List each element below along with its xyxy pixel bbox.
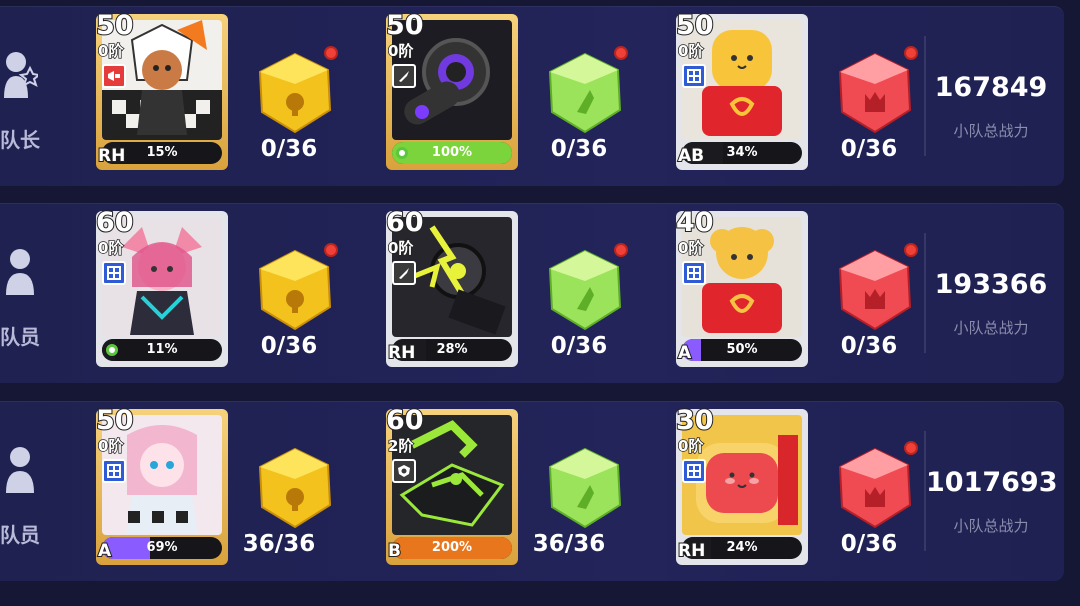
team-power-label: 小队总战力 [953, 319, 1029, 337]
notification-dot [904, 46, 918, 60]
shard-count: 0/36 [550, 136, 608, 162]
team-power-value: 1017693 [926, 467, 1058, 498]
level-value: 50 [675, 9, 715, 42]
progress-bar: 50% [682, 339, 802, 361]
shard-count: 0/36 [840, 333, 898, 359]
role-label: 队员 [0, 523, 40, 547]
level-value: 60 [385, 404, 425, 437]
rocket-icon [392, 261, 416, 285]
grid-icon [682, 459, 706, 483]
level-value: 30 [675, 404, 715, 437]
notification-dot [904, 243, 918, 257]
shard-count: 36/36 [532, 531, 606, 557]
stage-value: 0阶 [97, 436, 124, 456]
shard-count: 36/36 [242, 531, 316, 557]
rank-badge: RH [387, 342, 416, 364]
rank-badge: B [387, 540, 402, 562]
team-row-leader: 队长 50 0阶 15% RH 0/36 50 0阶 100% 0/36 50 … [0, 6, 1064, 186]
rank-badge: RH [677, 540, 706, 562]
team-power-label: 小队总战力 [953, 517, 1029, 535]
level-value: 50 [95, 9, 135, 42]
stage-value: 0阶 [677, 238, 704, 258]
star-person-icon [4, 52, 38, 98]
shard-count: 0/36 [550, 333, 608, 359]
notification-dot [904, 441, 918, 455]
team-power-label: 小队总战力 [953, 122, 1029, 140]
character-card[interactable]: 50 0阶 69% A [95, 404, 228, 565]
progress-text: 200% [431, 540, 473, 555]
notification-dot [614, 46, 628, 60]
team-power-value: 167849 [934, 72, 1048, 103]
notification-dot [324, 243, 338, 257]
progress-text: 11% [146, 342, 178, 357]
progress-bar: 100% [392, 142, 512, 164]
character-card[interactable]: 40 0阶 50% A [675, 206, 808, 367]
role-badge: 队长 [0, 50, 60, 152]
person-icon [6, 447, 34, 493]
progress-text: 50% [726, 342, 758, 357]
progress-text: 100% [431, 145, 473, 160]
progress-text: 69% [146, 540, 178, 555]
rocket-icon [392, 64, 416, 88]
red-crystal-icon[interactable] [832, 46, 918, 136]
progress-bar: 69% [102, 537, 222, 559]
grid-icon [682, 261, 706, 285]
shard-count: 0/36 [840, 531, 898, 557]
grid-icon [102, 261, 126, 285]
person-icon [6, 249, 34, 295]
level-value: 60 [95, 206, 135, 239]
level-value: 50 [385, 9, 425, 42]
role-badge: 队员 [0, 247, 60, 349]
character-card[interactable]: 50 0阶 34% AB [675, 9, 808, 170]
character-card[interactable]: 50 0阶 100% [385, 9, 518, 170]
notification-dot [614, 243, 628, 257]
green-crystal-icon[interactable] [542, 445, 628, 531]
shield-icon [392, 459, 416, 483]
red-crystal-icon[interactable] [832, 441, 918, 531]
red-crystal-icon[interactable] [832, 243, 918, 333]
grid-icon [682, 64, 706, 88]
stage-value: 0阶 [387, 41, 414, 61]
progress-bar: 11% [102, 339, 222, 361]
character-card[interactable]: 60 0阶 28% RH [385, 206, 518, 367]
green-crystal-icon[interactable] [542, 243, 628, 333]
notification-dot [324, 46, 338, 60]
stage-value: 2阶 [387, 436, 414, 456]
character-card[interactable]: 50 0阶 15% RH [95, 9, 228, 170]
shard-count: 0/36 [260, 333, 318, 359]
rank-badge: A [97, 540, 112, 562]
shard-count: 0/36 [840, 136, 898, 162]
role-badge: 队员 [0, 445, 60, 547]
stage-value: 0阶 [677, 436, 704, 456]
yellow-crystal-icon[interactable] [252, 46, 338, 136]
stage-value: 0阶 [97, 41, 124, 61]
team-power-value: 193366 [934, 269, 1048, 300]
yellow-crystal-icon[interactable] [252, 243, 338, 333]
grid-icon [102, 459, 126, 483]
rank-badge: RH [97, 145, 126, 167]
progress-bar: 200% [392, 537, 512, 559]
level-value: 60 [385, 206, 425, 239]
team-row-member: 队员 60 0阶 11% 0/36 60 0阶 28% RH 0/36 40 0… [0, 203, 1064, 383]
shard-count: 0/36 [260, 136, 318, 162]
stage-value: 0阶 [387, 238, 414, 258]
team-row-member: 队员 50 0阶 69% A 36/36 60 2阶 200% B 36/36 … [0, 401, 1064, 581]
character-card[interactable]: 60 2阶 200% B [385, 404, 518, 565]
role-label: 队长 [0, 128, 40, 152]
stage-value: 0阶 [677, 41, 704, 61]
megaphone-icon [102, 64, 126, 88]
green-crystal-icon[interactable] [542, 46, 628, 136]
rank-badge: A [677, 342, 692, 364]
rank-badge: AB [677, 145, 705, 167]
yellow-crystal-icon[interactable] [252, 445, 338, 531]
stage-value: 0阶 [97, 238, 124, 258]
level-value: 40 [675, 206, 715, 239]
character-card[interactable]: 30 0阶 24% RH [675, 404, 808, 565]
level-value: 50 [95, 404, 135, 437]
role-label: 队员 [0, 325, 40, 349]
character-card[interactable]: 60 0阶 11% [95, 206, 228, 367]
